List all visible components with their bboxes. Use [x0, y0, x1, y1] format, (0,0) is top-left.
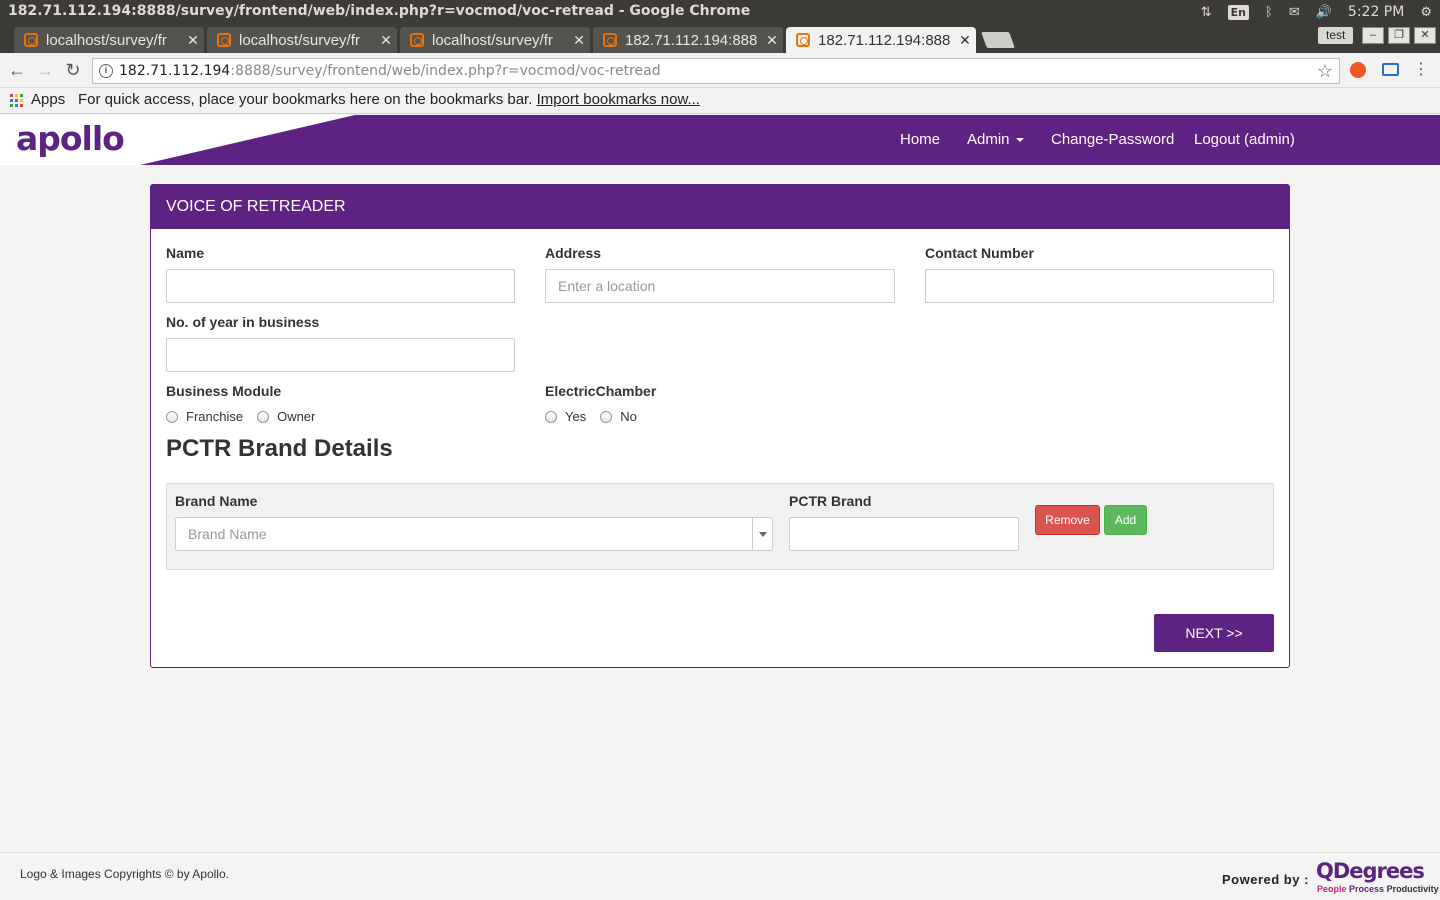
- close-window-icon[interactable]: ✕: [1414, 27, 1436, 44]
- menu-dots-icon[interactable]: ⋮: [1410, 59, 1432, 81]
- next-button[interactable]: NEXT >>: [1154, 614, 1274, 652]
- profile-button[interactable]: test: [1318, 27, 1354, 44]
- apollo-logo[interactable]: apollo: [16, 119, 125, 158]
- brand-name-placeholder: Brand Name: [188, 526, 267, 542]
- caret-down-icon: [1015, 138, 1024, 143]
- pctr-brand-label: PCTR Brand: [789, 493, 872, 509]
- new-tab-button[interactable]: [981, 32, 1015, 48]
- import-bookmarks-link[interactable]: Import bookmarks now...: [537, 91, 700, 108]
- favicon-icon: [410, 33, 424, 47]
- nav-admin-dropdown[interactable]: Admin: [967, 131, 1024, 148]
- electric-chamber-radios: Yes No: [545, 409, 651, 424]
- browser-tab[interactable]: localhost/survey/fr ✕: [14, 27, 204, 53]
- apps-grid-icon[interactable]: [10, 94, 23, 107]
- reload-icon[interactable]: ↻: [62, 59, 84, 81]
- tab-close-icon[interactable]: ✕: [761, 32, 783, 49]
- cast-icon[interactable]: [1382, 63, 1399, 76]
- keyboard-layout[interactable]: En: [1227, 4, 1250, 20]
- address-input[interactable]: Enter a location: [545, 269, 895, 303]
- browser-tab[interactable]: localhost/survey/fr ✕: [207, 27, 397, 53]
- electric-chamber-label: ElectricChamber: [545, 383, 657, 399]
- tab-close-icon[interactable]: ✕: [954, 32, 976, 49]
- contact-number-input[interactable]: [925, 269, 1274, 303]
- bluetooth-icon[interactable]: ᛒ: [1265, 5, 1273, 20]
- tab-close-icon[interactable]: ✕: [568, 32, 590, 49]
- address-label: Address: [545, 245, 602, 261]
- name-input[interactable]: [166, 269, 515, 303]
- tab-label: 182.71.112.194:888: [625, 31, 758, 49]
- nav-change-password[interactable]: Change-Password: [1051, 131, 1174, 148]
- browser-tab[interactable]: localhost/survey/fr ✕: [400, 27, 590, 53]
- name-label: Name: [166, 245, 205, 261]
- copyright-text: Logo & Images Copyrights © by Apollo.: [20, 867, 229, 881]
- volume-icon[interactable]: 🔊: [1316, 5, 1332, 20]
- tab-label: localhost/survey/fr: [239, 31, 360, 49]
- yes-radio[interactable]: [545, 410, 557, 423]
- tab-label: localhost/survey/fr: [432, 31, 553, 49]
- bookmarks-bar: Apps For quick access, place your bookma…: [0, 88, 1440, 114]
- browser-tab-active[interactable]: 182.71.112.194:888 ✕: [786, 27, 976, 53]
- extension-icon[interactable]: [1350, 62, 1366, 78]
- chevron-down-icon[interactable]: [752, 518, 772, 550]
- tab-close-icon[interactable]: ✕: [375, 32, 397, 49]
- qdegrees-logo[interactable]: QDegrees: [1316, 859, 1425, 883]
- tab-label: localhost/survey/fr: [46, 31, 167, 49]
- panel-title: VOICE OF RETREADER: [151, 185, 1289, 229]
- favicon-icon: [217, 33, 231, 47]
- brand-name-select[interactable]: Brand Name: [175, 517, 773, 551]
- favicon-icon: [24, 33, 38, 47]
- business-module-label: Business Module: [166, 383, 282, 399]
- voc-panel: VOICE OF RETREADER Name Address Enter a …: [150, 184, 1290, 668]
- no-label[interactable]: No: [620, 409, 637, 424]
- years-in-business-input[interactable]: [166, 338, 515, 372]
- clock[interactable]: 5:22 PM: [1348, 4, 1404, 20]
- address-bar[interactable]: i 182.71.112.194:8888/survey/frontend/we…: [92, 58, 1340, 84]
- browser-toolbar: ← → ↻ i 182.71.112.194:8888/survey/front…: [0, 53, 1440, 88]
- remove-button[interactable]: Remove: [1035, 505, 1100, 535]
- minimize-icon[interactable]: –: [1362, 27, 1384, 44]
- network-icon[interactable]: ⇅: [1201, 5, 1212, 20]
- window-title: 182.71.112.194:8888/survey/frontend/web/…: [8, 3, 751, 19]
- no-radio[interactable]: [600, 410, 613, 423]
- franchise-radio[interactable]: [166, 410, 178, 423]
- footer: Logo & Images Copyrights © by Apollo. Po…: [0, 852, 1440, 900]
- url-text[interactable]: 182.71.112.194:8888/survey/frontend/web/…: [119, 63, 661, 79]
- brand-name-label: Brand Name: [175, 493, 258, 509]
- powered-by-text: Powered by :: [1222, 872, 1309, 887]
- nav-home[interactable]: Home: [900, 131, 940, 148]
- apps-link[interactable]: Apps: [31, 91, 65, 108]
- maximize-icon[interactable]: ❐: [1388, 27, 1410, 44]
- add-button[interactable]: Add: [1104, 505, 1147, 535]
- section-title: PCTR Brand Details: [166, 435, 393, 462]
- system-tray: ⇅ En ᛒ ✉ 🔊 5:22 PM ⚙: [1185, 0, 1440, 24]
- back-icon[interactable]: ←: [6, 59, 28, 81]
- mail-icon[interactable]: ✉: [1289, 5, 1300, 20]
- bookmark-star-icon[interactable]: ☆: [1317, 61, 1333, 82]
- site-navbar: apollo Home Admin Change-Password Logout…: [0, 115, 1440, 165]
- business-module-radios: Franchise Owner: [166, 409, 329, 424]
- bookmarks-hint: For quick access, place your bookmarks h…: [78, 91, 700, 108]
- browser-tab[interactable]: 182.71.112.194:888 ✕: [593, 27, 783, 53]
- forward-icon[interactable]: →: [34, 59, 56, 81]
- owner-radio[interactable]: [257, 410, 270, 423]
- tab-strip: localhost/survey/fr ✕ localhost/survey/f…: [0, 24, 1440, 53]
- favicon-icon: [796, 33, 810, 47]
- owner-label[interactable]: Owner: [277, 409, 315, 424]
- years-in-business-label: No. of year in business: [166, 314, 320, 330]
- favicon-icon: [603, 33, 617, 47]
- brand-details-row: Brand Name Brand Name PCTR Brand Remove …: [166, 483, 1274, 570]
- info-icon[interactable]: i: [99, 64, 113, 78]
- settings-gear-icon[interactable]: ⚙: [1420, 5, 1432, 20]
- franchise-label[interactable]: Franchise: [186, 409, 243, 424]
- pctr-brand-input[interactable]: [789, 517, 1019, 551]
- contact-number-label: Contact Number: [925, 245, 1034, 261]
- logo-wedge: [140, 115, 355, 165]
- qdegrees-tagline: People Process Productivity: [1317, 884, 1439, 894]
- tab-label: 182.71.112.194:888: [818, 31, 951, 49]
- os-title-bar: 182.71.112.194:8888/survey/frontend/web/…: [0, 0, 1440, 24]
- nav-logout[interactable]: Logout (admin): [1194, 131, 1295, 148]
- yes-label[interactable]: Yes: [565, 409, 586, 424]
- tab-close-icon[interactable]: ✕: [182, 32, 204, 49]
